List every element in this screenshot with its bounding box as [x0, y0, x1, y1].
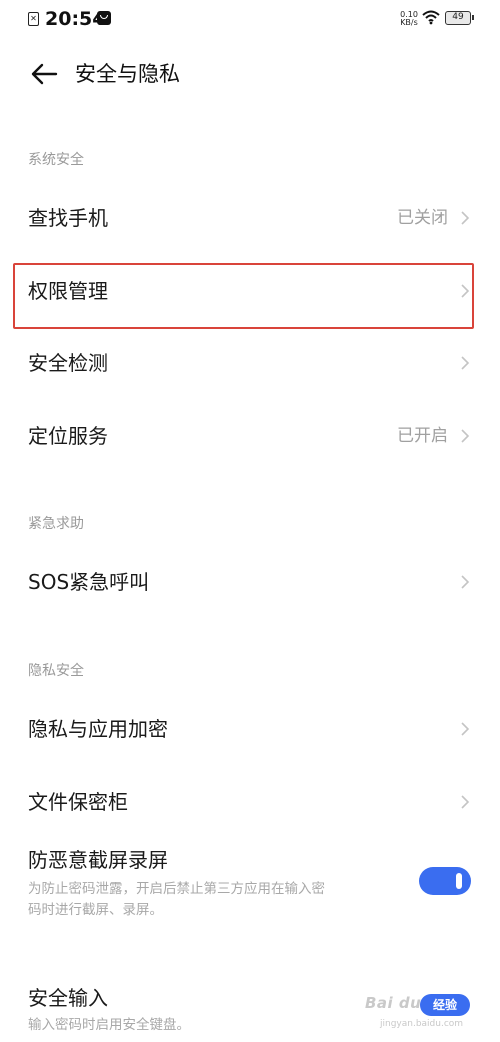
- row-security-check[interactable]: 安全检测: [0, 335, 500, 391]
- row-permission-management[interactable]: 权限管理: [0, 263, 500, 319]
- chevron-right-icon: [461, 429, 470, 443]
- chevron-right-icon: [461, 284, 470, 298]
- section-label-emergency: 紧急求助: [28, 516, 84, 532]
- row-label: 文件保密柜: [28, 790, 128, 814]
- header: 安全与隐私: [0, 48, 500, 100]
- message-notification-icon: [97, 11, 111, 25]
- row-label: 安全检测: [28, 351, 108, 375]
- chevron-right-icon: [461, 356, 470, 370]
- anti-screenshot-desc-line1: 为防止密码泄露，开启后禁止第三方应用在输入密: [28, 881, 325, 897]
- chevron-right-icon: [461, 211, 470, 225]
- status-bar: ✕ 20:54 0.10 KB/s 49: [0, 0, 500, 40]
- page-title: 安全与隐私: [75, 62, 180, 86]
- row-file-safe[interactable]: 文件保密柜: [0, 774, 500, 830]
- row-label: SOS紧急呼叫: [28, 570, 150, 594]
- row-label: 权限管理: [28, 279, 108, 303]
- row-privacy-app-encryption[interactable]: 隐私与应用加密: [0, 701, 500, 757]
- row-label: 定位服务: [28, 424, 108, 448]
- watermark-pill: 经验: [420, 994, 470, 1016]
- watermark-brand: Bai du: [365, 994, 422, 1012]
- baidu-jingyan-watermark: Bai du 经验 jingyan.baidu.com: [350, 990, 500, 1040]
- anti-screenshot-toggle[interactable]: [419, 867, 471, 895]
- chevron-right-icon: [461, 795, 470, 809]
- watermark-url: jingyan.baidu.com: [380, 1019, 464, 1029]
- toggle-knob: [456, 873, 462, 889]
- battery-icon: 49: [445, 11, 474, 25]
- row-label: 隐私与应用加密: [28, 717, 168, 741]
- secure-input-label: 安全输入: [28, 986, 108, 1010]
- section-label-system-security: 系统安全: [28, 152, 84, 168]
- network-speed-unit: KB/s: [400, 18, 418, 27]
- row-sos-emergency-call[interactable]: SOS紧急呼叫: [0, 554, 500, 610]
- chevron-right-icon: [461, 722, 470, 736]
- row-label: 查找手机: [28, 206, 108, 230]
- row-value: 已开启: [397, 426, 448, 446]
- wifi-icon: [422, 10, 440, 25]
- anti-screenshot-label: 防恶意截屏录屏: [28, 848, 168, 872]
- chevron-right-icon: [461, 575, 470, 589]
- back-button[interactable]: [28, 60, 60, 88]
- network-speed: 0.10 KB/s: [398, 11, 420, 27]
- section-label-privacy: 隐私安全: [28, 663, 84, 679]
- row-value: 已关闭: [397, 208, 448, 228]
- row-find-phone[interactable]: 查找手机 已关闭: [0, 190, 500, 246]
- anti-screenshot-desc-line2: 码时进行截屏、录屏。: [28, 902, 163, 918]
- sim-icon: ✕: [28, 12, 39, 26]
- secure-input-desc: 输入密码时启用安全键盘。: [28, 1017, 190, 1033]
- row-location-service[interactable]: 定位服务 已开启: [0, 408, 500, 464]
- arrow-left-icon: [31, 63, 58, 85]
